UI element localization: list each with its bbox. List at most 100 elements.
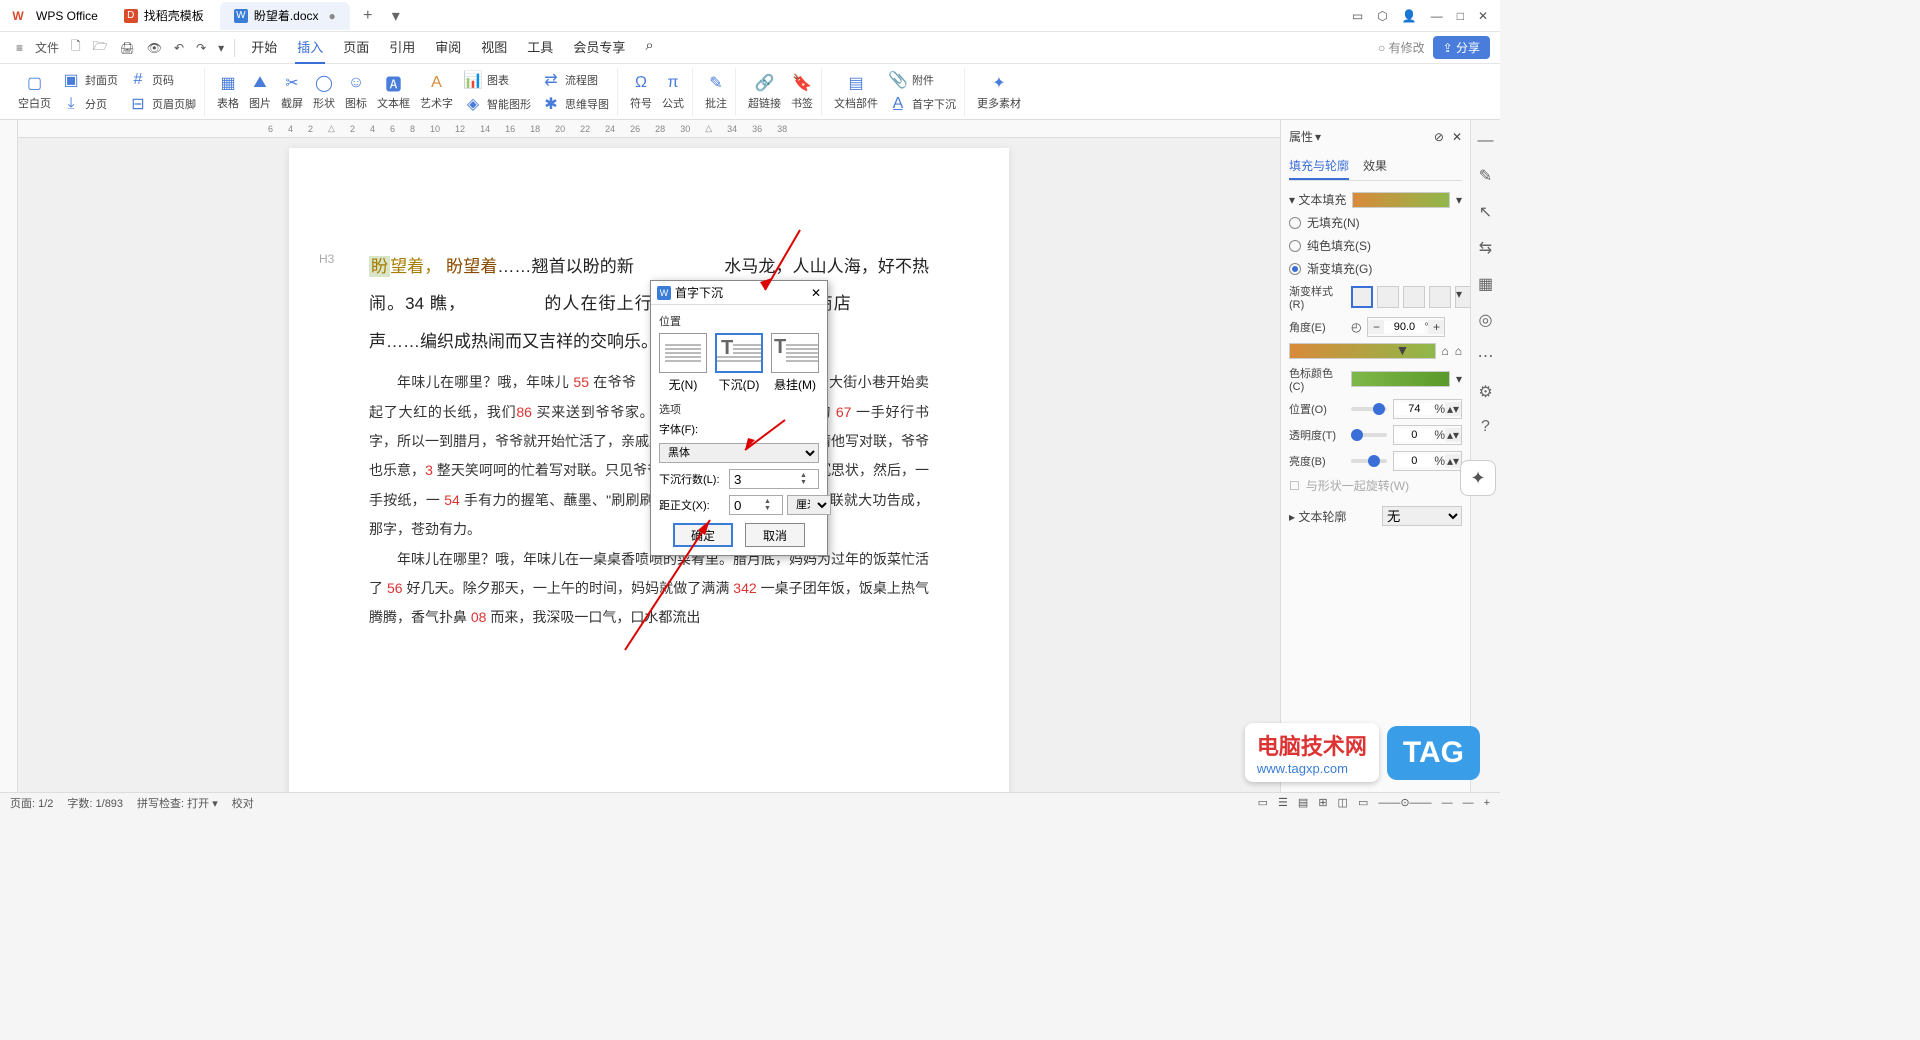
close-button[interactable]: ✕	[1478, 9, 1488, 23]
option-dropped[interactable]: T 下沉(D)	[715, 333, 763, 393]
paragraph-2[interactable]: 年味儿在哪里？哦，年味儿 55 在爷爷 对话框遮挡进入腊 2 月，街上大街小巷开…	[369, 368, 929, 544]
hyperlink-button[interactable]: 🔗超链接	[748, 73, 781, 111]
option-margin[interactable]: T 悬挂(M)	[771, 333, 819, 393]
view-icon-6[interactable]: ▭	[1358, 796, 1368, 809]
smartart-button[interactable]: ◈智能图形	[463, 94, 531, 114]
pin-icon[interactable]: ⊘	[1434, 130, 1444, 144]
view-icon-3[interactable]: ▤	[1298, 796, 1308, 809]
spellcheck-toggle[interactable]: 拼写检查: 打开 ▾	[137, 795, 218, 811]
distance-input[interactable]: ▲▼	[729, 495, 783, 515]
table-button[interactable]: ▦表格	[217, 73, 239, 111]
cover-button[interactable]: ▣封面页	[61, 70, 118, 90]
mindmap-button[interactable]: ✱思维导图	[541, 94, 609, 114]
assistant-button[interactable]: ✦	[1460, 460, 1496, 496]
transparency-input[interactable]: %▴▾	[1393, 425, 1462, 445]
cancel-button[interactable]: 取消	[745, 523, 805, 547]
blank-page-button[interactable]: ▢空白页	[18, 73, 51, 111]
tab-ref[interactable]: 引用	[387, 31, 417, 64]
view-icon-4[interactable]: ⊞	[1318, 796, 1327, 809]
document-page[interactable]: H3 盼望着， 盼望着……翘首以盼的新 隐藏对话框水马龙，人山人海，好不热闹。3…	[289, 148, 1009, 792]
home-icon-2[interactable]: ⌂	[1455, 344, 1462, 358]
angle-input[interactable]: −°+	[1367, 317, 1445, 337]
radio-solid-fill[interactable]	[1289, 240, 1301, 252]
grid-icon[interactable]: ▦	[1478, 274, 1493, 294]
dialog-close-button[interactable]: ✕	[811, 286, 821, 300]
angle-dial[interactable]: ◴	[1351, 320, 1361, 334]
close-panel-icon[interactable]: ✕	[1452, 130, 1462, 144]
zoom-out[interactable]: —	[1463, 797, 1474, 809]
tab-insert[interactable]: 插入	[295, 31, 325, 64]
shape-button[interactable]: ◯形状	[313, 73, 335, 111]
view-icon-5[interactable]: ◫	[1338, 796, 1348, 809]
fill-preview[interactable]	[1352, 192, 1450, 208]
paragraph-1[interactable]: 盼望着， 盼望着……翘首以盼的新 隐藏对话框水马龙，人山人海，好不热闹。34 瞧…	[369, 248, 929, 360]
textbox-button[interactable]: 🅰文本框	[377, 73, 410, 111]
zoom-value[interactable]: —	[1442, 797, 1453, 809]
tab-document[interactable]: W 盼望着.docx ●	[220, 2, 350, 30]
brightness-slider[interactable]	[1351, 459, 1387, 463]
option-none[interactable]: 无(N)	[659, 333, 707, 393]
file-menu[interactable]: 文件	[29, 35, 65, 60]
dialog-titlebar[interactable]: W 首字下沉 ✕	[651, 281, 827, 305]
more-icon[interactable]: ⋯	[1478, 346, 1494, 366]
attachment-button[interactable]: 📎附件	[888, 70, 956, 90]
more-assets-button[interactable]: ✦更多素材	[977, 73, 1021, 111]
radio-no-fill[interactable]	[1289, 217, 1301, 229]
header-footer-button[interactable]: ⊟页眉页脚	[128, 94, 196, 114]
share-button[interactable]: ⇪ 分享	[1433, 36, 1490, 59]
page-number-button[interactable]: #页码	[128, 70, 196, 90]
text-outline-section[interactable]: ▸ 文本轮廓	[1289, 508, 1346, 525]
tab-view[interactable]: 视图	[479, 31, 509, 64]
collapse-icon[interactable]: —	[1478, 132, 1494, 150]
tab-menu[interactable]: ▾	[384, 4, 408, 28]
target-icon[interactable]: ◎	[1479, 310, 1493, 330]
chart-button[interactable]: 📊图表	[463, 70, 531, 90]
view-icon-2[interactable]: ☰	[1278, 796, 1288, 809]
edit-icon[interactable]: ✎	[1479, 166, 1492, 186]
unit-select[interactable]: 厘米	[787, 495, 831, 515]
lines-input[interactable]: ▲▼	[729, 469, 819, 489]
wordart-button[interactable]: A艺术字	[420, 73, 453, 111]
settings-icon[interactable]: ⚙	[1478, 382, 1492, 402]
text-fill-section[interactable]: ▾ 文本填充	[1289, 191, 1346, 208]
proofread[interactable]: 校对	[232, 795, 254, 811]
minimize-button[interactable]: —	[1431, 9, 1443, 23]
screenshot-button[interactable]: ✂截屏	[281, 73, 303, 111]
zoom-in[interactable]: +	[1484, 797, 1490, 809]
tab-tools[interactable]: 工具	[525, 31, 555, 64]
outline-select[interactable]: 无	[1382, 506, 1462, 526]
document-area[interactable]: 642△ 2468 10121416 18202224 262830△ 3436…	[18, 120, 1280, 792]
panel-icon[interactable]: ▭	[1352, 9, 1363, 23]
flowchart-button[interactable]: ⇄流程图	[541, 70, 609, 90]
transparency-slider[interactable]	[1351, 433, 1387, 437]
tab-effects[interactable]: 效果	[1363, 153, 1387, 180]
tab-start[interactable]: 开始	[249, 31, 279, 64]
dropcap-button[interactable]: A̲首字下沉	[888, 94, 956, 114]
icon-button[interactable]: ☺图标	[345, 73, 367, 111]
home-icon[interactable]: ⌂	[1442, 344, 1449, 358]
gradient-stops[interactable]: ▼	[1289, 343, 1436, 359]
word-count[interactable]: 字数: 1/893	[67, 795, 123, 811]
position-input[interactable]: %▴▾	[1393, 399, 1462, 419]
redo-icon[interactable]: ↷	[190, 37, 212, 59]
comment-button[interactable]: ✎批注	[705, 73, 727, 111]
view-icon-1[interactable]: ▭	[1258, 796, 1268, 809]
doc-parts-button[interactable]: ▤文档部件	[834, 73, 878, 111]
menu-icon[interactable]: ≡	[10, 37, 29, 59]
symbol-button[interactable]: Ω符号	[630, 73, 652, 111]
open-icon[interactable]: 🗁	[87, 33, 114, 62]
swap-icon[interactable]: ⇆	[1479, 238, 1492, 258]
print-icon[interactable]: 🖨	[114, 37, 141, 59]
modified-indicator[interactable]: ○ 有修改	[1378, 39, 1425, 56]
page-indicator[interactable]: 页面: 1/2	[10, 795, 53, 811]
tab-fill-outline[interactable]: 填充与轮廓	[1289, 153, 1349, 180]
preview-icon[interactable]: 👁	[141, 37, 168, 59]
new-icon[interactable]: 🗋	[65, 33, 87, 62]
color-picker[interactable]	[1351, 371, 1450, 387]
user-avatar[interactable]: 👤	[1402, 9, 1417, 23]
font-select[interactable]: 黑体	[659, 443, 819, 463]
cursor-icon[interactable]: ↖	[1479, 202, 1492, 222]
zoom-slider[interactable]: ——⊙——	[1378, 796, 1431, 809]
radio-gradient-fill[interactable]	[1289, 263, 1301, 275]
tab-member[interactable]: 会员专享	[571, 31, 627, 64]
